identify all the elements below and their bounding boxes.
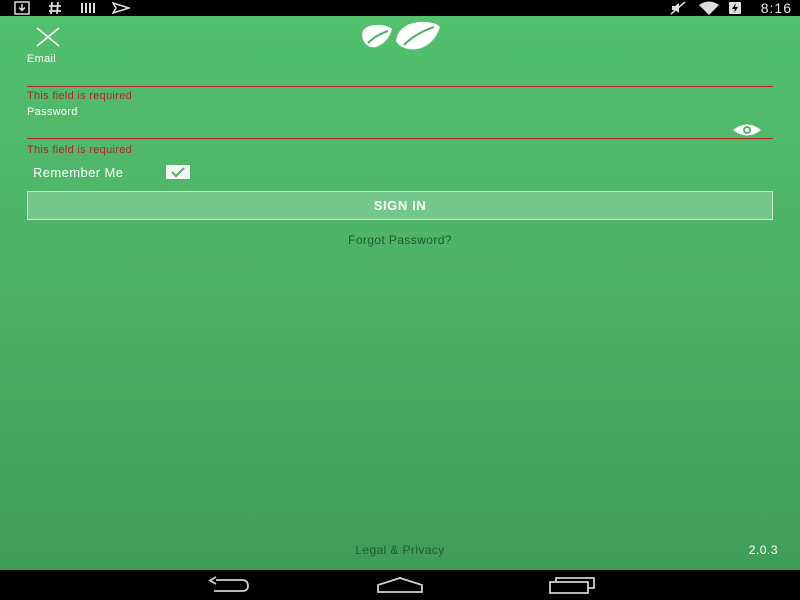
- password-underline: [27, 138, 773, 139]
- login-screen: Email This field is required Password Th…: [0, 16, 800, 570]
- checkmark-icon: [171, 167, 185, 178]
- email-label: Email: [27, 53, 57, 65]
- mute-icon: [670, 1, 686, 15]
- system-nav-bar: [0, 570, 800, 600]
- forgot-password-link[interactable]: Forgot Password?: [0, 233, 800, 247]
- password-field[interactable]: [27, 118, 727, 138]
- remember-me-label: Remember Me: [33, 165, 124, 180]
- app-version: 2.0.3: [748, 543, 778, 557]
- password-label: Password: [27, 106, 78, 118]
- home-icon[interactable]: [376, 576, 424, 594]
- status-bar: 8:16: [0, 0, 800, 16]
- eye-icon[interactable]: [732, 123, 762, 137]
- download-icon: [14, 1, 30, 15]
- leaf-logo-icon: [361, 21, 440, 50]
- remember-me-checkbox[interactable]: [166, 165, 190, 179]
- email-error: This field is required: [27, 90, 133, 102]
- close-icon[interactable]: [34, 26, 62, 48]
- password-error: This field is required: [27, 144, 133, 156]
- back-icon[interactable]: [206, 576, 252, 594]
- legal-privacy-link[interactable]: Legal & Privacy: [0, 543, 800, 557]
- battery-charging-icon: [729, 2, 741, 14]
- plane-icon: [112, 1, 130, 15]
- status-time: 8:16: [760, 0, 792, 16]
- email-underline: [27, 86, 773, 87]
- sign-in-button[interactable]: SIGN IN: [27, 191, 773, 220]
- recents-icon[interactable]: [548, 576, 596, 594]
- hash-icon: [49, 1, 61, 15]
- email-field[interactable]: [27, 66, 773, 86]
- wifi-icon: [699, 1, 719, 15]
- barcode-icon: [81, 3, 95, 13]
